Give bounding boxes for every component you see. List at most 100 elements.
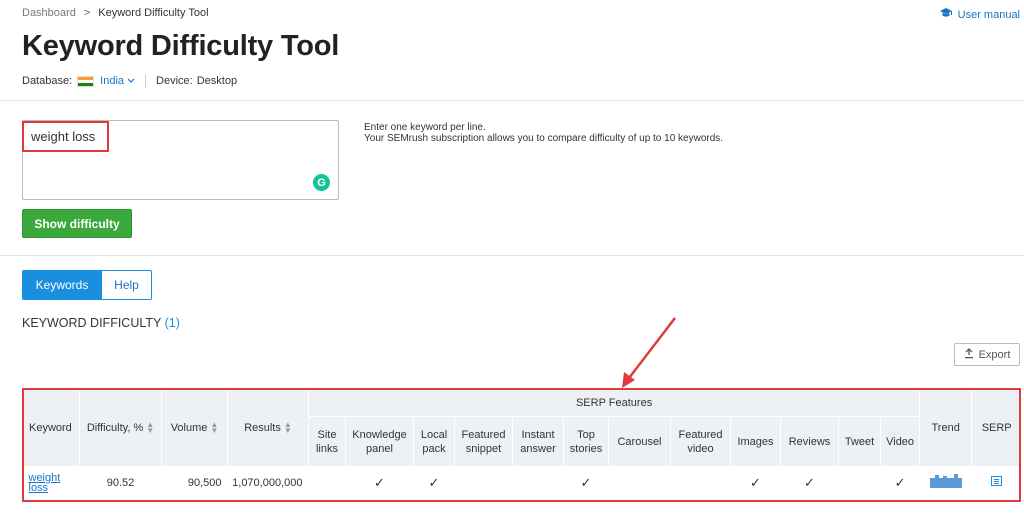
tab-bar: Keywords Help <box>22 270 152 300</box>
india-flag-icon <box>77 75 95 87</box>
col-feature-line-2: panel <box>366 442 393 455</box>
col-trend: Trend <box>919 388 973 467</box>
sort-icon: ▲ ▼ <box>210 419 219 435</box>
col-feature: Video <box>879 416 921 467</box>
cell-feature: ✓ <box>413 466 455 499</box>
keyword-link[interactable]: weight loss <box>28 472 80 494</box>
export-label: Export <box>978 348 1011 361</box>
trend-chart-icon <box>929 474 962 491</box>
col-difficulty-label: Difficulty, % <box>86 421 144 434</box>
cell-serp <box>971 466 1022 499</box>
breadcrumb-dashboard-link[interactable]: Dashboard <box>22 7 76 19</box>
check-icon: ✓ <box>804 474 815 490</box>
col-serp: SERP <box>971 388 1023 467</box>
cell-feature <box>670 466 731 499</box>
col-feature-line-1: Tweet <box>844 435 875 448</box>
col-feature: Featured snippet <box>454 416 513 467</box>
cell-volume: 90,500 <box>161 466 228 499</box>
divider <box>0 100 1024 101</box>
col-feature-line-1: Instant <box>521 428 555 441</box>
database-value: India <box>100 75 125 87</box>
col-feature-line-1: Reviews <box>788 435 831 448</box>
table-row: weight loss 90.52 90,500 1,070,000,000 ✓ ✓… <box>22 466 1022 499</box>
col-feature-line-1: Knowledge <box>352 428 407 441</box>
col-results-label: Results <box>244 421 281 434</box>
col-feature-line-1: Featured <box>461 428 506 441</box>
cell-feature <box>308 466 346 499</box>
tab-help[interactable]: Help <box>102 270 152 300</box>
grammarly-icon[interactable]: G <box>313 174 330 191</box>
user-manual-link[interactable]: User manual <box>939 7 1020 22</box>
col-feature: Images <box>730 416 781 467</box>
graduation-cap-icon <box>939 7 953 22</box>
database-device-row: Database: India Device: Desktop <box>22 74 237 88</box>
check-icon: ✓ <box>374 474 385 490</box>
divider <box>0 255 1024 256</box>
col-feature: Local pack <box>413 416 455 467</box>
col-volume-label: Volume <box>170 421 208 434</box>
col-feature: Featured video <box>670 416 731 467</box>
export-icon <box>964 347 974 362</box>
col-feature: Top stories <box>563 416 609 467</box>
cell-feature: ✓ <box>730 466 781 499</box>
col-feature-line-1: Featured <box>678 428 723 441</box>
hint-line-1: Enter one keyword per line. <box>364 122 486 133</box>
cell-feature <box>512 466 564 499</box>
page-title: Keyword Difficulty Tool <box>22 30 340 62</box>
col-feature-line-2: pack <box>422 442 446 455</box>
export-button[interactable]: Export <box>954 343 1020 366</box>
sort-icon: ▲ ▼ <box>283 419 292 435</box>
tab-keywords[interactable]: Keywords <box>22 270 102 300</box>
divider <box>145 74 147 88</box>
col-feature-line-1: Images <box>737 435 774 448</box>
show-difficulty-button[interactable]: Show difficulty <box>22 209 132 238</box>
database-label: Database: <box>22 75 73 87</box>
col-feature-line-2: snippet <box>465 442 502 455</box>
serp-view-icon[interactable] <box>991 476 1003 487</box>
cell-difficulty: 90.52 <box>79 466 162 499</box>
col-feature-line-2: links <box>315 442 338 455</box>
col-results[interactable]: Results ▲ ▼ <box>227 388 309 467</box>
col-feature: Reviews <box>780 416 839 467</box>
check-icon: ✓ <box>750 474 761 490</box>
user-manual-label: User manual <box>957 8 1020 21</box>
device-value: Desktop <box>196 75 238 87</box>
col-volume[interactable]: Volume ▲ ▼ <box>161 388 228 467</box>
keyword-link-line-2: loss <box>28 481 49 494</box>
cell-feature <box>454 466 513 499</box>
col-feature: Knowledge panel <box>345 416 414 467</box>
col-feature: Tweet <box>838 416 881 467</box>
cell-feature <box>838 466 881 499</box>
col-feature: Carousel <box>608 416 671 467</box>
cell-feature <box>608 466 671 499</box>
section-title: KEYWORD DIFFICULTY (1) <box>22 316 180 330</box>
keyword-difficulty-table: Keyword Difficulty, % ▲ ▼ Volume ▲ ▼ Results… <box>22 388 1023 502</box>
breadcrumb-separator: > <box>83 7 91 19</box>
col-feature-line-1: Video <box>886 435 915 448</box>
col-feature-line-2: stories <box>569 442 603 455</box>
col-difficulty[interactable]: Difficulty, % ▲ ▼ <box>79 388 162 467</box>
col-feature-line-1: Top <box>577 428 595 441</box>
cell-trend <box>919 466 972 499</box>
col-feature: Instant answer <box>512 416 564 467</box>
device-label: Device: <box>156 75 193 87</box>
col-feature-line-1: Carousel <box>617 435 662 448</box>
input-hint: Enter one keyword per line. Your SEMrush… <box>364 122 723 144</box>
col-feature-line-2: video <box>687 442 714 455</box>
breadcrumb-current: Keyword Difficulty Tool <box>98 7 209 19</box>
col-serp-features: SERP Features <box>307 388 921 417</box>
breadcrumb: Dashboard > Keyword Difficulty Tool <box>22 7 209 19</box>
sort-icon: ▲ ▼ <box>146 419 155 435</box>
check-icon: ✓ <box>428 474 440 490</box>
hint-line-2: Your SEMrush subscription allows you to … <box>364 133 724 144</box>
check-icon: ✓ <box>894 474 906 490</box>
col-feature-line-1: Site <box>317 428 337 441</box>
col-keyword: Keyword <box>22 388 80 467</box>
check-icon: ✓ <box>580 474 592 490</box>
cell-feature: ✓ <box>563 466 609 499</box>
annotation-highlight-box <box>22 121 109 152</box>
col-feature: Site links <box>308 416 346 467</box>
cell-keyword[interactable]: weight loss <box>22 466 80 499</box>
cell-results: 1,070,000,000 <box>227 466 309 499</box>
database-select[interactable]: India <box>72 75 135 87</box>
